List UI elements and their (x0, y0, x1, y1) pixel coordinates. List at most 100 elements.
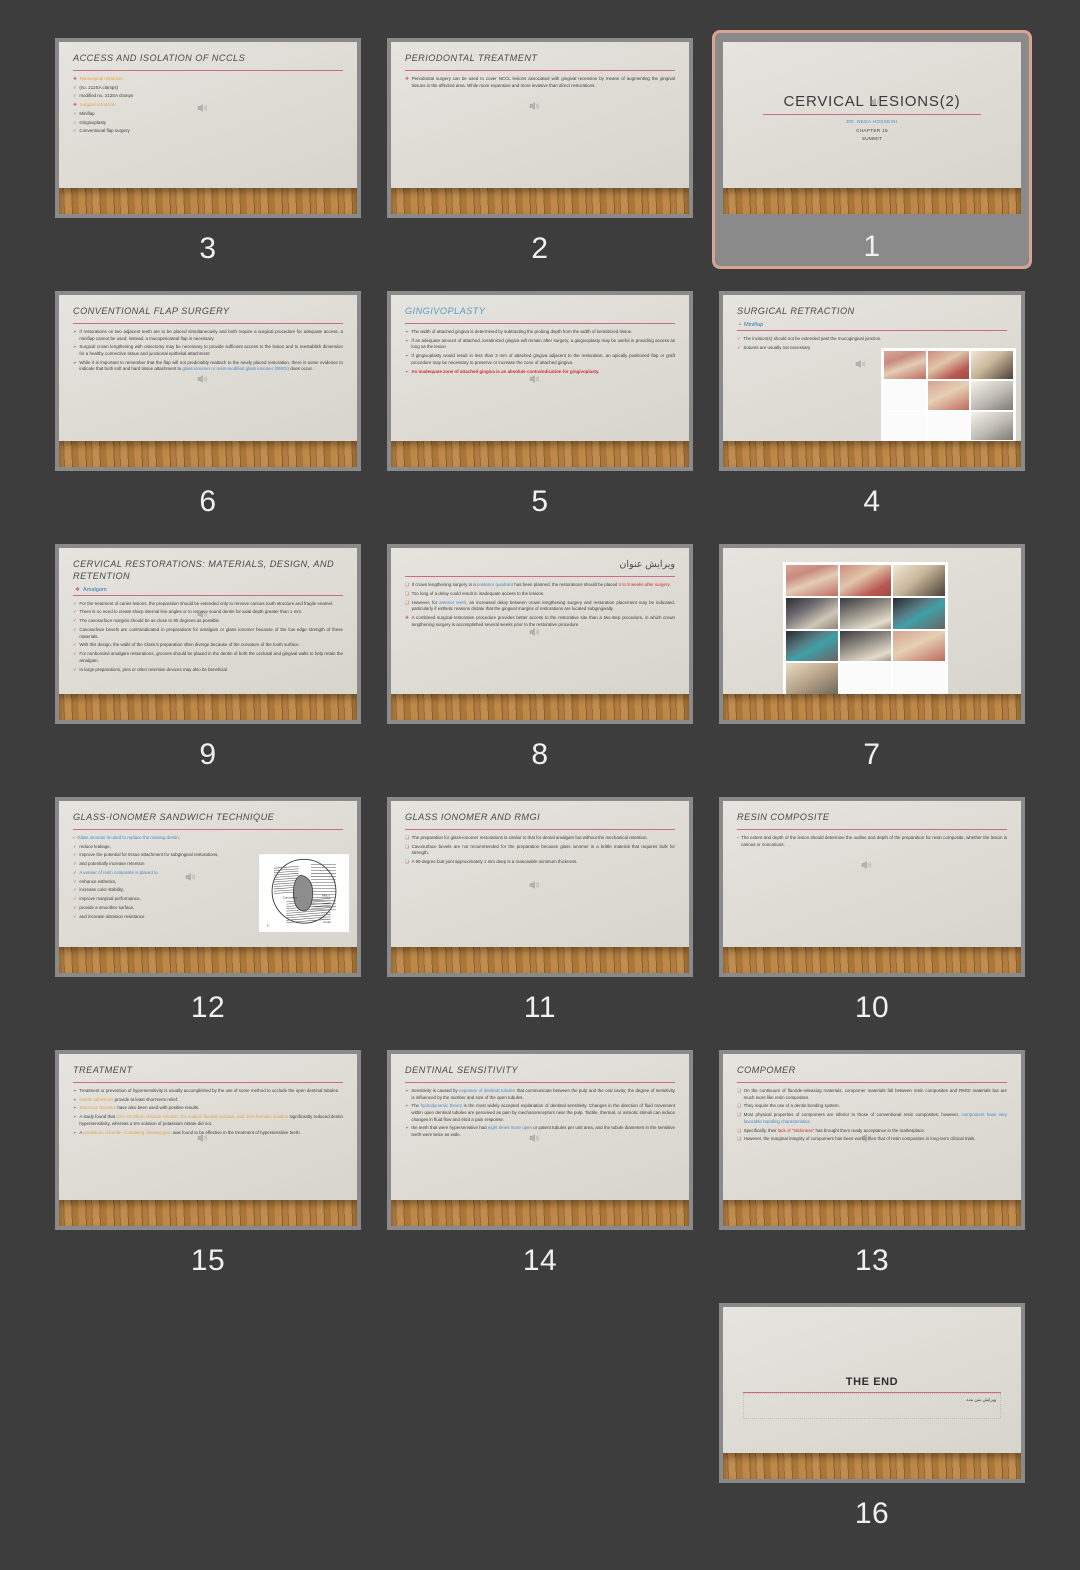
slide-thumbnail-1[interactable]: CERVICAL LESIONS(2) DR. NEDA HOSSEINI CHA… (712, 30, 1032, 269)
bullet-marker-icon: ➣ (73, 344, 77, 350)
slide-cell-14[interactable]: DENTINAL SENSITIVITY ➣ Sensitivity is ca… (374, 1042, 706, 1295)
slide-canvas[interactable]: TREATMENT ➣ Treatment or prevention of h… (55, 1050, 361, 1230)
slide-thumbnail-4[interactable]: SURGICAL RETRACTION • Miniflap ✓ The inci… (712, 283, 1032, 524)
slide-cell-7[interactable]: 7 (706, 536, 1038, 789)
slide-cell-2[interactable]: PERIODONTAL TREATMENT ❖ Periodontal surg… (374, 30, 706, 283)
bullet-text: An inadequate zone of attached gingiva i… (411, 368, 600, 374)
slide-canvas[interactable]: COMPOMER ❑ On the continuum of fluoride-… (719, 1050, 1025, 1230)
slide-cell-10[interactable]: RESIN COMPOSITE ▪ The extent and depth o… (706, 789, 1038, 1042)
bullet-item: ✓ modified no. 212SA clamps (73, 93, 343, 100)
clinical-photo-grid[interactable] (881, 348, 1016, 443)
slide-content: PERIODONTAL TREATMENT ❖ Periodontal surg… (391, 42, 689, 188)
slide-content: TREATMENT ➣ Treatment or prevention of h… (59, 1054, 357, 1200)
bullet-marker-icon: ❑ (737, 1103, 742, 1109)
bullet-item: ➣ If gingivoplasty would result in less … (405, 353, 675, 366)
bullet-item: ▪ The extent and depth of the lesion sho… (737, 835, 1007, 848)
slide-surface: GINGIVOPLASTY ➣ The width of attached gi… (391, 295, 689, 467)
slide-cell-1[interactable]: CERVICAL LESIONS(2) DR. NEDA HOSSEINI CHA… (706, 30, 1038, 283)
audio-speaker-icon[interactable] (528, 100, 541, 112)
slide-canvas[interactable]: ACCESS AND ISOLATION OF NCCLS ❖ Nonsurgi… (55, 38, 361, 218)
slide-thumbnail-7[interactable]: 7 (712, 536, 1032, 777)
slide-canvas[interactable]: GINGIVOPLASTY ➣ The width of attached gi… (387, 291, 693, 471)
audio-speaker-icon[interactable] (184, 871, 197, 883)
slide-background-floor (59, 947, 357, 973)
bullet-marker-icon: ✓ (73, 626, 77, 632)
bullet-item: ✓ Cavosurface bevels are contraindicated… (73, 627, 343, 640)
bullet-item: ❖ Periodontal surgery can be used to cov… (405, 76, 675, 89)
slide-cell-15[interactable]: TREATMENT ➣ Treatment or prevention of h… (42, 1042, 374, 1295)
audio-speaker-icon[interactable] (854, 358, 867, 370)
bullet-marker-icon: ➣ (73, 1105, 77, 1111)
bullet-item: ❑ Too long of a delay could result in in… (405, 591, 675, 598)
audio-speaker-icon[interactable] (528, 373, 541, 385)
audio-speaker-icon[interactable] (196, 373, 209, 385)
slide-sorter-grid[interactable]: ACCESS AND ISOLATION OF NCCLS ❖ Nonsurgi… (0, 0, 1080, 1548)
slide-title: GLASS-IONOMER SANDWICH TECHNIQUE (73, 812, 275, 822)
slide-thumbnail-16[interactable]: THE END ویرایش متن بدنه 16 (712, 1295, 1032, 1536)
slide-canvas[interactable]: SURGICAL RETRACTION • Miniflap ✓ The inci… (719, 291, 1025, 471)
clinical-photo-grid[interactable] (783, 562, 948, 697)
slide-canvas[interactable]: ویرایش عنوان ❑ If crown lengthening surg… (387, 544, 693, 724)
slide-subheading: ❖ Amalgam (75, 586, 107, 593)
slide-canvas[interactable]: CONVENTIONAL FLAP SURGERY ➣ If restorati… (55, 291, 361, 471)
bullet-item: ❑ The preparation for glass-ionomer rest… (405, 835, 675, 842)
bullet-text: Periodontal surgery can be used to cover… (411, 75, 675, 88)
slide-body-placeholder[interactable]: ویرایش متن بدنه (743, 1393, 1001, 1420)
slide-canvas[interactable]: GLASS-IONOMER SANDWICH TECHNIQUE ▪ Glass… (55, 797, 361, 977)
audio-speaker-icon[interactable] (528, 626, 541, 638)
bullet-text: If gingivoplasty would result in less th… (411, 353, 675, 365)
slide-thumbnail-2[interactable]: PERIODONTAL TREATMENT ❖ Periodontal surg… (380, 30, 700, 271)
audio-speaker-icon[interactable] (860, 1132, 873, 1144)
slide-thumbnail-8[interactable]: ویرایش عنوان ❑ If crown lengthening surg… (380, 536, 700, 777)
slide-thumbnail-11[interactable]: GLASS IONOMER AND RMGI ❑ The preparation… (380, 789, 700, 1030)
audio-speaker-icon[interactable] (528, 879, 541, 891)
slide-thumbnail-14[interactable]: DENTINAL SENSITIVITY ➣ Sensitivity is ca… (380, 1042, 700, 1283)
slide-thumbnail-5[interactable]: GINGIVOPLASTY ➣ The width of attached gi… (380, 283, 700, 524)
slide-canvas[interactable]: CERVICAL RESTORATIONS: MATERIALS, DESIGN… (55, 544, 361, 724)
slide-thumbnail-6[interactable]: CONVENTIONAL FLAP SURGERY ➣ If restorati… (48, 283, 368, 524)
slide-content: ویرایش عنوان ❑ If crown lengthening surg… (391, 548, 689, 694)
slide-cell-4[interactable]: SURGICAL RETRACTION • Miniflap ✓ The inci… (706, 283, 1038, 536)
audio-speaker-icon[interactable] (860, 859, 873, 871)
slide-cell-9[interactable]: CERVICAL RESTORATIONS: MATERIALS, DESIGN… (42, 536, 374, 789)
slide-surface: CERVICAL RESTORATIONS: MATERIALS, DESIGN… (59, 548, 357, 720)
slide-thumbnail-10[interactable]: RESIN COMPOSITE ▪ The extent and depth o… (712, 789, 1032, 1030)
audio-speaker-icon[interactable] (196, 102, 209, 114)
slide-thumbnail-15[interactable]: TREATMENT ➣ Treatment or prevention of h… (48, 1042, 368, 1283)
slide-canvas[interactable]: CERVICAL LESIONS(2) DR. NEDA HOSSEINI CHA… (719, 38, 1025, 218)
slide-canvas[interactable] (719, 544, 1025, 724)
audio-speaker-icon[interactable] (196, 608, 209, 620)
clinical-photo (786, 630, 838, 662)
slide-thumbnail-9[interactable]: CERVICAL RESTORATIONS: MATERIALS, DESIGN… (48, 536, 368, 777)
title-divider (405, 1081, 675, 1083)
slide-cell-3[interactable]: ACCESS AND ISOLATION OF NCCLS ❖ Nonsurgi… (42, 30, 374, 283)
slide-canvas[interactable]: DENTINAL SENSITIVITY ➣ Sensitivity is ca… (387, 1050, 693, 1230)
slide-canvas[interactable]: THE END ویرایش متن بدنه (719, 1303, 1025, 1483)
slide-background-floor (723, 947, 1021, 973)
bullet-marker-icon: ➣ (405, 1087, 409, 1093)
audio-speaker-icon[interactable] (196, 1132, 209, 1144)
slide-canvas[interactable]: GLASS IONOMER AND RMGI ❑ The preparation… (387, 797, 693, 977)
slide-number: 3 (199, 232, 217, 265)
slide-number: 13 (854, 1244, 890, 1277)
audio-speaker-icon[interactable] (869, 96, 882, 108)
slide-cell-16[interactable]: THE END ویرایش متن بدنه 16 (706, 1295, 1038, 1548)
slide-content: ACCESS AND ISOLATION OF NCCLS ❖ Nonsurgi… (59, 42, 357, 188)
bullet-text: The hydrodynamic theory is the most wide… (411, 1103, 675, 1122)
slide-cell-6[interactable]: CONVENTIONAL FLAP SURGERY ➣ If restorati… (42, 283, 374, 536)
slide-thumbnail-12[interactable]: GLASS-IONOMER SANDWICH TECHNIQUE ▪ Glass… (48, 789, 368, 1030)
slide-cell-8[interactable]: ویرایش عنوان ❑ If crown lengthening surg… (374, 536, 706, 789)
bullet-text: Nonsurgical retraction (79, 75, 123, 81)
slide-thumbnail-3[interactable]: ACCESS AND ISOLATION OF NCCLS ❖ Nonsurgi… (48, 30, 368, 271)
slide-cell-12[interactable]: GLASS-IONOMER SANDWICH TECHNIQUE ▪ Glass… (42, 789, 374, 1042)
slide-canvas[interactable]: PERIODONTAL TREATMENT ❖ Periodontal surg… (387, 38, 693, 218)
slide-cell-13[interactable]: COMPOMER ❑ On the continuum of fluoride-… (706, 1042, 1038, 1295)
slide-cell-5[interactable]: GINGIVOPLASTY ➣ The width of attached gi… (374, 283, 706, 536)
bullet-marker-icon: ❑ (405, 591, 410, 597)
bullet-marker-icon: ✓ (73, 896, 77, 902)
slide-surface: RESIN COMPOSITE ▪ The extent and depth o… (723, 801, 1021, 973)
slide-cell-11[interactable]: GLASS IONOMER AND RMGI ❑ The preparation… (374, 789, 706, 1042)
slide-canvas[interactable]: RESIN COMPOSITE ▪ The extent and depth o… (719, 797, 1025, 977)
audio-speaker-icon[interactable] (528, 1132, 541, 1144)
slide-thumbnail-13[interactable]: COMPOMER ❑ On the continuum of fluoride-… (712, 1042, 1032, 1283)
